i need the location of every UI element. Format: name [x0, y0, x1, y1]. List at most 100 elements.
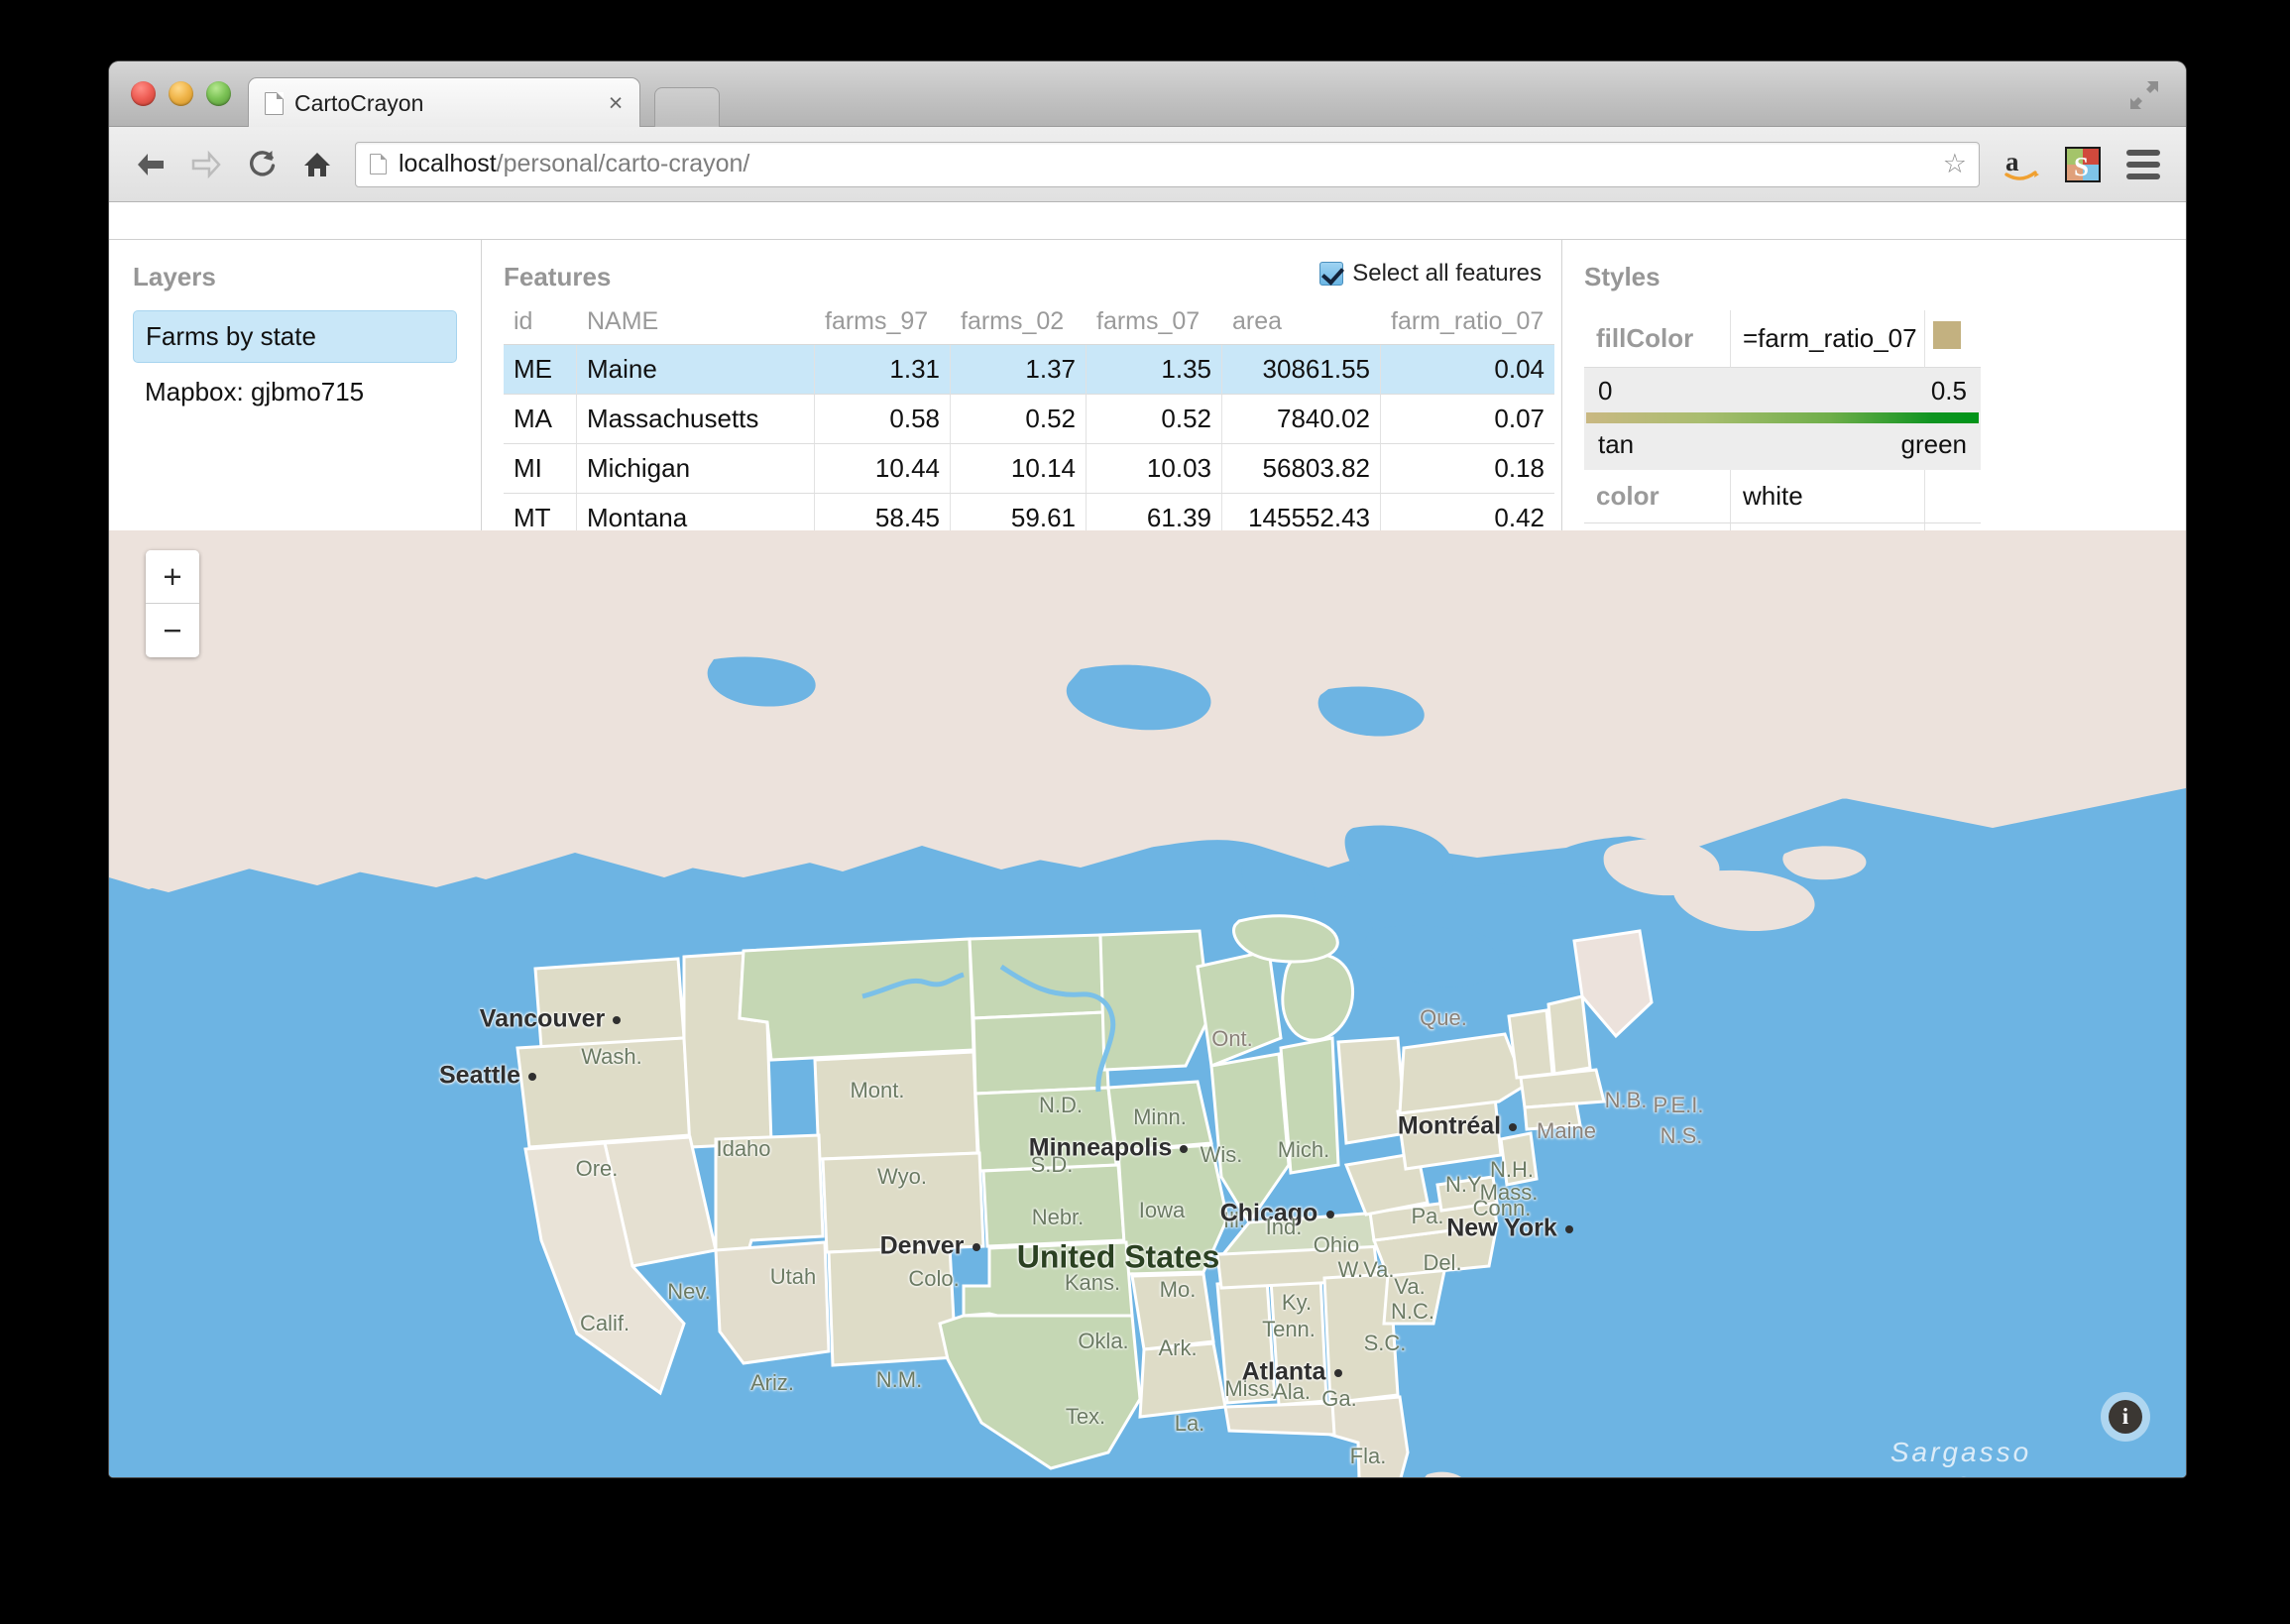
map-zoom-controls[interactable]: + −: [146, 550, 199, 657]
layer-item-mapbox-basemap[interactable]: Mapbox: gjbmo715: [133, 367, 457, 417]
forward-button[interactable]: [178, 150, 234, 179]
minimize-window-button[interactable]: [169, 81, 193, 106]
cell-area: 30861.55: [1222, 345, 1381, 395]
color-ramp-domain-labels: 0 0.5: [1584, 368, 1981, 412]
browser-tab[interactable]: CartoCrayon ×: [248, 77, 640, 128]
fillcolor-swatch[interactable]: [1933, 321, 1961, 349]
zoom-out-button[interactable]: −: [146, 604, 199, 657]
column-header-farms-97[interactable]: farms_97: [815, 307, 951, 345]
column-header-name[interactable]: NAME: [577, 307, 815, 345]
layer-item-farms-by-state[interactable]: Farms by state: [133, 310, 457, 363]
style-row-color[interactable]: color white: [1584, 470, 1981, 523]
map-city-dot: [1180, 1145, 1188, 1153]
features-table: id NAME farms_97 farms_02 farms_07 area …: [504, 307, 1554, 530]
column-header-farms-02[interactable]: farms_02: [951, 307, 1087, 345]
map-city-dot: [1333, 1369, 1342, 1377]
close-tab-icon[interactable]: ×: [598, 90, 633, 116]
maximize-window-button[interactable]: [206, 81, 231, 106]
style-key-fillcolor: fillColor: [1584, 310, 1731, 368]
cell-area: 145552.43: [1222, 494, 1381, 530]
address-bar[interactable]: localhost/personal/carto-crayon/ ☆: [355, 141, 1980, 187]
cell-farms-02: 59.61: [951, 494, 1087, 530]
cell-farms-07: 10.03: [1087, 444, 1222, 494]
ramp-range-max[interactable]: green: [1901, 429, 1968, 460]
close-window-button[interactable]: [131, 81, 156, 106]
cell-farms-07: 1.35: [1087, 345, 1222, 395]
style-swatch-cell-empty[interactable]: [1925, 523, 1981, 530]
map-city-dot: [1325, 1211, 1334, 1218]
svg-text:S: S: [2074, 152, 2089, 181]
select-all-features-checkbox[interactable]: [1319, 262, 1344, 286]
menu-line: [2126, 149, 2160, 156]
browser-menu-button[interactable]: [2113, 149, 2174, 179]
style-row-fillcolor[interactable]: fillColor =farm_ratio_07: [1584, 310, 1981, 368]
amazon-extension-icon[interactable]: a: [1994, 145, 2053, 184]
map-attribution-button[interactable]: i: [2101, 1392, 2150, 1442]
reload-button[interactable]: [234, 149, 289, 180]
cell-farms-97: 0.58: [815, 395, 951, 444]
menu-line: [2126, 161, 2160, 168]
menu-line: [2126, 173, 2160, 179]
style-swatch-cell[interactable]: [1925, 310, 1981, 368]
cell-name: Maine: [577, 345, 815, 395]
column-header-farms-07[interactable]: farms_07: [1087, 307, 1222, 345]
color-ramp-cell: 0 0.5 tan green: [1584, 368, 1981, 470]
color-ramp[interactable]: 0 0.5 tan green: [1584, 368, 1981, 470]
back-button[interactable]: [123, 150, 178, 179]
page-document-icon: [370, 154, 387, 174]
cell-farms-02: 10.14: [951, 444, 1087, 494]
cell-farms-02: 0.52: [951, 395, 1087, 444]
cell-name: Michigan: [577, 444, 815, 494]
cell-farms-97: 1.31: [815, 345, 951, 395]
cell-id: MT: [504, 494, 577, 530]
features-panel-title: Features: [504, 262, 612, 291]
cell-farms-07: 61.39: [1087, 494, 1222, 530]
window-traffic-lights: [131, 81, 231, 106]
cell-farms-97: 58.45: [815, 494, 951, 530]
browser-window: CartoCrayon × localhost/personal/carto-c…: [109, 61, 2186, 1477]
zoom-in-button[interactable]: +: [146, 550, 199, 604]
tab-title: CartoCrayon: [294, 89, 424, 116]
color-ramp-range-labels: tan green: [1584, 423, 1981, 470]
bookmark-star-icon[interactable]: ☆: [1943, 149, 1967, 179]
style-row-weight[interactable]: weight 1: [1584, 523, 1981, 530]
map-canvas[interactable]: Vancouver Seattle Wash. Ore. Idaho Mont. Wyo. N…: [109, 530, 2186, 1477]
style-value-color[interactable]: white: [1731, 470, 1925, 523]
styles-table: fillColor =farm_ratio_07 0 0.5 tan green…: [1584, 310, 1981, 530]
ramp-domain-max[interactable]: 0.5: [1931, 376, 1967, 406]
cell-area: 56803.82: [1222, 444, 1381, 494]
table-row[interactable]: MA Massachusetts 0.58 0.52 0.52 7840.02 …: [504, 395, 1554, 444]
fullscreen-icon[interactable]: [2128, 79, 2160, 111]
table-row[interactable]: ME Maine 1.31 1.37 1.35 30861.55 0.04: [504, 345, 1554, 395]
stumbleupon-extension-icon[interactable]: S: [2053, 145, 2113, 184]
style-key-weight: weight: [1584, 523, 1731, 530]
ramp-range-min[interactable]: tan: [1598, 429, 1634, 460]
cell-farm-ratio-07: 0.04: [1381, 345, 1554, 395]
style-value-weight[interactable]: 1: [1731, 523, 1925, 530]
column-header-farm-ratio-07[interactable]: farm_ratio_07: [1381, 307, 1554, 345]
new-tab-button[interactable]: [654, 87, 720, 128]
features-table-header-row: id NAME farms_97 farms_02 farms_07 area …: [504, 307, 1554, 345]
style-swatch-cell-empty[interactable]: [1925, 470, 1981, 523]
cell-name: Massachusetts: [577, 395, 815, 444]
cell-id: MI: [504, 444, 577, 494]
styles-panel: Styles fillColor =farm_ratio_07 0 0.5 ta…: [1561, 240, 2186, 530]
ramp-domain-min[interactable]: 0: [1598, 376, 1612, 406]
layers-panel: Layers Farms by state Mapbox: gjbmo715: [109, 240, 481, 530]
map-city-dot: [613, 1016, 621, 1024]
home-button[interactable]: [289, 150, 345, 179]
cell-farm-ratio-07: 0.42: [1381, 494, 1554, 530]
select-all-features-control[interactable]: Select all features: [1319, 260, 1542, 288]
info-icon: i: [2109, 1400, 2142, 1434]
cell-id: MA: [504, 395, 577, 444]
style-value-fillcolor[interactable]: =farm_ratio_07: [1731, 310, 1925, 368]
layers-panel-title: Layers: [133, 262, 216, 291]
table-row[interactable]: MT Montana 58.45 59.61 61.39 145552.43 0…: [504, 494, 1554, 530]
color-ramp-gradient-bar: [1586, 412, 1979, 423]
table-row[interactable]: MI Michigan 10.44 10.14 10.03 56803.82 0…: [504, 444, 1554, 494]
column-header-id[interactable]: id: [504, 307, 577, 345]
style-key-color: color: [1584, 470, 1731, 523]
column-header-area[interactable]: area: [1222, 307, 1381, 345]
browser-titlebar: CartoCrayon ×: [109, 61, 2186, 128]
features-panel-header: Features Select all features: [504, 260, 1561, 299]
